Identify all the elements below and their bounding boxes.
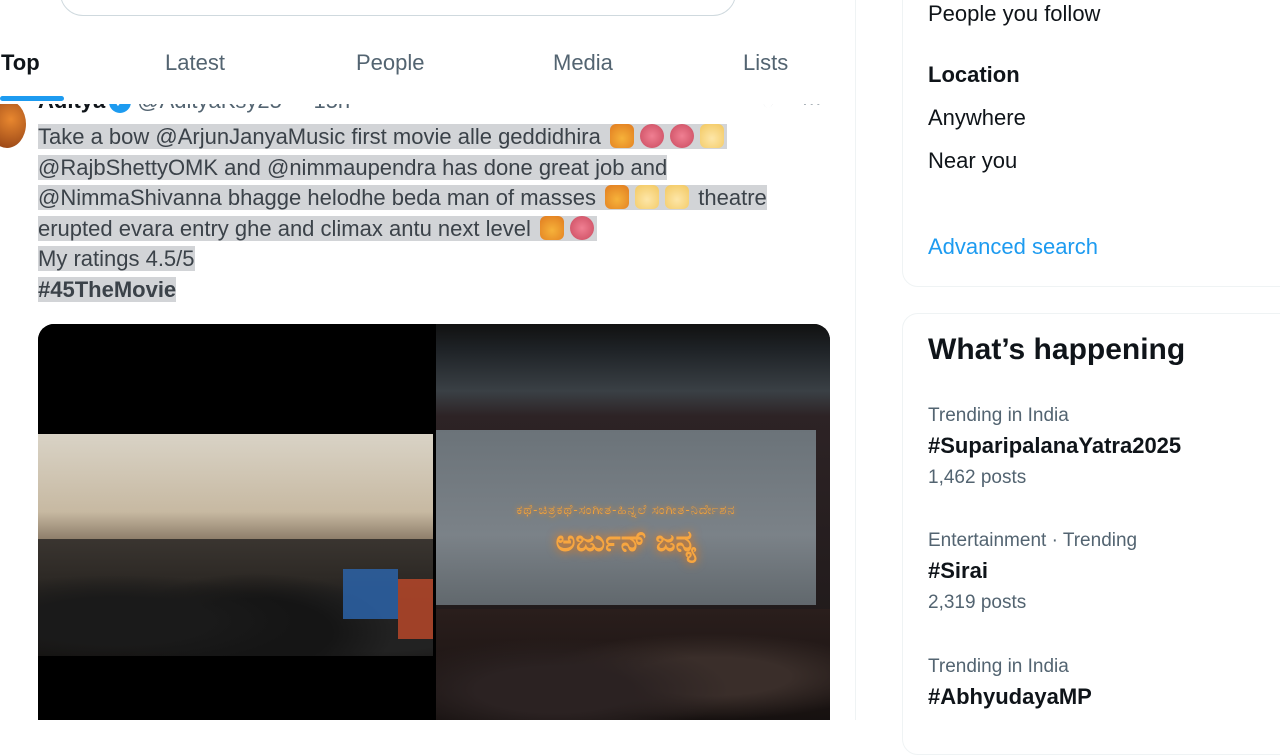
tweet-hashtag[interactable]: #45TheMovie	[38, 276, 177, 302]
fire-emoji-icon	[609, 124, 634, 148]
whats-happening-title: What’s happening	[928, 333, 1186, 366]
search-tabs: Top Latest People Media Lists	[0, 30, 855, 104]
trend-item[interactable]: Trending in India #AbhyudayaMP	[928, 656, 1268, 710]
trend-item[interactable]: Trending in India #SuparipalanaYatra2025…	[928, 405, 1268, 489]
trend-item[interactable]: Entertainment · Trending #Sirai 2,319 po…	[928, 530, 1268, 614]
filter-near-you[interactable]: Near you	[928, 148, 1017, 174]
tweet-line: theatre	[698, 185, 767, 210]
tweet-photo-theatre[interactable]: ಕಥೆ-ಚಿತ್ರಕಥೆ-ಸಂಗೀತ-ಹಿನ್ನಲೆ ಸಂಗೀತ-ನಿರ್ದೇಶ…	[436, 324, 830, 720]
tweet-text: Take a bow @ArjunJanyaMusic first movie …	[38, 122, 838, 305]
photo-detail	[398, 579, 433, 639]
trend-context: Trending in India	[928, 405, 1069, 426]
photo-detail	[343, 569, 398, 619]
raised-hands-emoji-icon	[665, 185, 690, 209]
screen-name-text: ಅರ್ಜುನ್ ಜನ್ಯ	[555, 525, 697, 558]
filter-people-you-follow[interactable]: People you follow	[928, 1, 1100, 27]
tweet-line: My ratings 4.5/5	[38, 246, 195, 271]
trend-context: Entertainment · Trending	[928, 530, 1138, 551]
trend-count: 2,319 posts	[928, 592, 1027, 613]
tweet-line: erupted evara entry ghe and climax antu …	[38, 215, 531, 241]
raised-hands-emoji-icon	[699, 124, 724, 148]
right-sidebar: People you follow Location Anywhere Near…	[902, 0, 1280, 755]
trend-name[interactable]: #Sirai	[928, 558, 1268, 584]
trend-count: 1,462 posts	[928, 467, 1027, 488]
tweet-line: @NimmaShivanna bhagge helodhe beda man o…	[38, 185, 597, 210]
fire-emoji-icon	[605, 185, 630, 209]
tab-top[interactable]: Top	[1, 50, 40, 76]
theatre-audience	[436, 609, 830, 720]
screen-credit-text: ಕಥೆ-ಚಿತ್ರಕಥೆ-ಸಂಗೀತ-ಹಿನ್ನಲೆ ಸಂಗೀತ-ನಿರ್ದೇಶ…	[516, 502, 736, 517]
tab-latest[interactable]: Latest	[165, 50, 225, 76]
tweet-photo-crowd[interactable]	[38, 324, 433, 720]
advanced-search-link[interactable]: Advanced search	[928, 234, 1098, 260]
fire-emoji-icon	[539, 215, 564, 240]
trend-name[interactable]: #SuparipalanaYatra2025	[928, 433, 1268, 459]
search-input[interactable]	[60, 0, 736, 16]
main-column: Aditya✓@AdityaKsy25 · 15h ◔ ··· Top Late…	[0, 0, 856, 720]
tab-people[interactable]: People	[356, 50, 425, 76]
trend-context: Trending in India	[928, 656, 1069, 677]
location-heading: Location	[928, 62, 1020, 87]
hot-face-emoji-icon	[569, 215, 594, 240]
active-tab-indicator	[0, 96, 64, 101]
hot-face-emoji-icon	[669, 124, 694, 148]
theatre-screen: ಕಥೆ-ಚಿತ್ರಕಥೆ-ಸಂಗೀತ-ಹಿನ್ನಲೆ ಸಂಗೀತ-ನಿರ್ದೇಶ…	[436, 430, 816, 605]
avatar[interactable]	[0, 100, 26, 148]
raised-hands-emoji-icon	[635, 185, 660, 209]
trend-name[interactable]: #AbhyudayaMP	[928, 684, 1268, 710]
tweet-line: Take a bow @ArjunJanyaMusic first movie …	[38, 124, 601, 149]
hot-face-emoji-icon	[639, 124, 664, 148]
tweet-media[interactable]: ಕಥೆ-ಚಿತ್ರಕಥೆ-ಸಂಗೀತ-ಹಿನ್ನಲೆ ಸಂಗೀತ-ನಿರ್ದೇಶ…	[38, 324, 830, 720]
filter-anywhere[interactable]: Anywhere	[928, 105, 1026, 131]
tab-lists[interactable]: Lists	[743, 50, 788, 76]
tweet-line: @RajbShettyOMK and @nimmaupendra has don…	[38, 154, 668, 180]
tab-media[interactable]: Media	[553, 50, 613, 76]
